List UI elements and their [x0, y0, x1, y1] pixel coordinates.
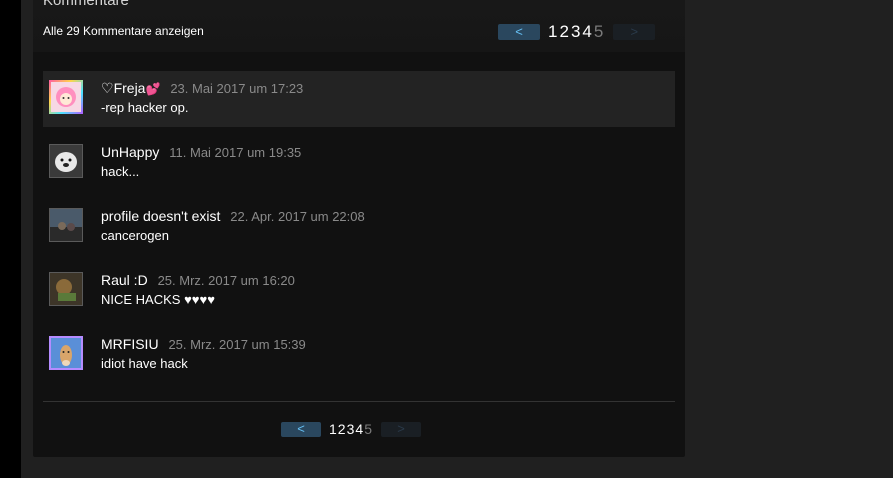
comment-author[interactable]: profile doesn't exist — [101, 208, 220, 224]
comment-item: Raul :D 25. Mrz. 2017 um 16:20 NICE HACK… — [43, 263, 675, 319]
comment-text: -rep hacker op. — [101, 100, 189, 115]
section-title: Kommentare — [43, 0, 129, 9]
comment-header: ♡Freja💕 23. Mai 2017 um 17:23 — [101, 80, 303, 97]
avatar[interactable] — [49, 336, 83, 370]
comment-header: MRFISIU 25. Mrz. 2017 um 15:39 — [101, 336, 306, 352]
comments-panel: Kommentare Alle 29 Kommentare anzeigen <… — [33, 0, 685, 457]
page-link-1[interactable]: 1 — [548, 22, 557, 42]
comment-header: profile doesn't exist 22. Apr. 2017 um 2… — [101, 208, 365, 224]
page-link-4[interactable]: 4 — [355, 421, 363, 437]
comment-text: hack... — [101, 164, 140, 179]
next-page-button[interactable]: > — [380, 421, 421, 437]
avatar[interactable] — [49, 80, 83, 114]
page-current-5: 5 — [593, 22, 604, 41]
comment-author[interactable]: Freja — [114, 80, 146, 96]
avatar[interactable] — [49, 272, 83, 306]
comment-author[interactable]: UnHappy — [101, 144, 159, 160]
chevron-left-icon: < — [515, 24, 523, 39]
comment-item: ♡Freja💕 23. Mai 2017 um 17:23 -rep hacke… — [43, 71, 675, 127]
comment-timestamp: 23. Mai 2017 um 17:23 — [170, 81, 304, 96]
chevron-left-icon: < — [297, 421, 305, 436]
page-link-2[interactable]: 2 — [338, 421, 346, 437]
comment-text: idiot have hack — [101, 356, 188, 371]
avatar-image — [50, 273, 82, 305]
comment-timestamp: 11. Mai 2017 um 19:35 — [169, 145, 302, 160]
page-link-3[interactable]: 3 — [347, 421, 355, 437]
page-numbers: 1 2 3 4 5 — [548, 22, 605, 42]
chevron-right-icon: > — [630, 24, 639, 39]
two-hearts-icon: 💕 — [145, 82, 161, 96]
avatar-image — [50, 209, 82, 241]
comment-timestamp: 25. Mrz. 2017 um 16:20 — [157, 273, 295, 288]
prev-page-button[interactable]: < — [281, 421, 321, 437]
comment-item: UnHappy 11. Mai 2017 um 19:35 hack... — [43, 135, 675, 191]
comment-timestamp: 25. Mrz. 2017 um 15:39 — [168, 337, 306, 352]
chevron-right-icon: > — [397, 421, 405, 436]
comment-text: NICE HACKS ♥♥♥♥ — [101, 292, 215, 307]
comment-author[interactable]: MRFISIU — [101, 336, 159, 352]
comment-item: profile doesn't exist 22. Apr. 2017 um 2… — [43, 199, 675, 255]
comments-header: Kommentare Alle 29 Kommentare anzeigen <… — [33, 0, 685, 52]
avatar[interactable] — [49, 144, 83, 178]
avatar-image — [51, 82, 81, 112]
page-numbers: 1 2 3 4 5 — [329, 421, 373, 437]
page-current-5: 5 — [364, 421, 372, 437]
comment-author[interactable]: Raul :D — [101, 272, 148, 288]
next-page-button[interactable]: > — [613, 24, 656, 40]
pagination-top: < 1 2 3 4 5 > — [498, 22, 656, 42]
page-link-4[interactable]: 4 — [582, 22, 591, 42]
view-all-comments-link[interactable]: Alle 29 Kommentare anzeigen — [43, 24, 204, 38]
page-link-3[interactable]: 3 — [571, 22, 580, 42]
prev-page-button[interactable]: < — [498, 24, 540, 40]
left-edge-strip — [0, 0, 21, 478]
avatar-image — [50, 145, 82, 177]
page-link-1[interactable]: 1 — [329, 421, 337, 437]
comment-item: MRFISIU 25. Mrz. 2017 um 15:39 idiot hav… — [43, 327, 675, 383]
avatar[interactable] — [49, 208, 83, 242]
pagination-bottom: < 1 2 3 4 5 > — [281, 421, 421, 437]
avatar-image — [51, 338, 81, 368]
comment-header: UnHappy 11. Mai 2017 um 19:35 — [101, 144, 301, 160]
divider — [43, 401, 675, 402]
page-link-2[interactable]: 2 — [559, 22, 568, 42]
comment-text: cancerogen — [101, 228, 169, 243]
comment-timestamp: 22. Apr. 2017 um 22:08 — [230, 209, 365, 224]
heart-icon: ♡ — [101, 80, 114, 96]
comment-header: Raul :D 25. Mrz. 2017 um 16:20 — [101, 272, 295, 288]
